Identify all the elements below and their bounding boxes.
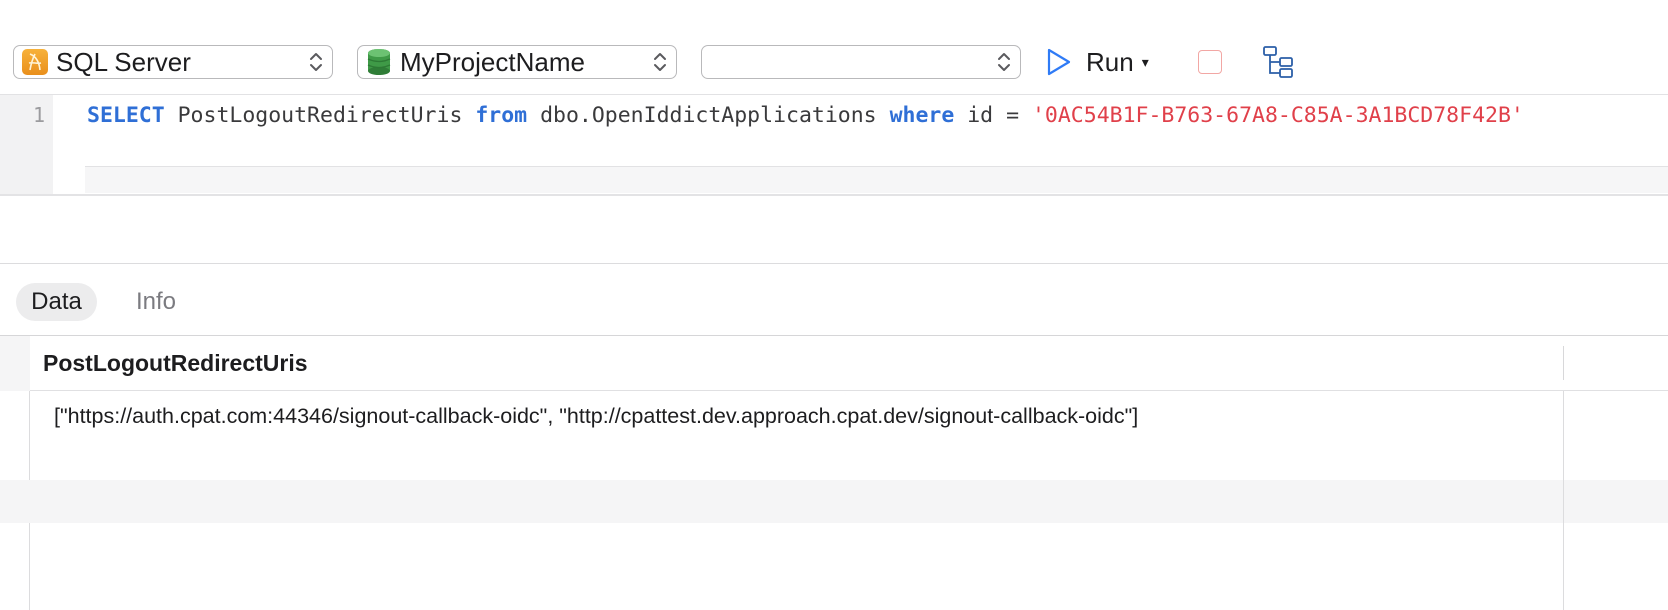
- string-literal: '0AC54B1F-B763-67A8-C85A-3A1BCD78F42B': [1031, 103, 1524, 128]
- sql-server-icon: [22, 49, 48, 75]
- chevron-up-down-icon: [654, 53, 666, 71]
- results-grid: PostLogoutRedirectUris ["https://auth.cp…: [0, 335, 1668, 610]
- run-button-label: Run: [1086, 46, 1134, 77]
- column-header-label: PostLogoutRedirectUris: [43, 350, 308, 376]
- column-name: PostLogoutRedirectUris: [164, 103, 476, 128]
- database-select[interactable]: MyProjectName: [357, 45, 677, 79]
- engine-select[interactable]: SQL Server: [13, 45, 333, 79]
- current-line-highlight: [85, 166, 1668, 193]
- stop-button[interactable]: [1198, 50, 1222, 74]
- run-button[interactable]: Run ▾: [1046, 44, 1149, 80]
- database-icon: [367, 49, 391, 75]
- chevron-up-down-icon: [310, 53, 322, 71]
- query-window: SQL Server MyProjectName Run ▾ 1 SELECT …: [0, 0, 1668, 610]
- where-condition: id =: [954, 103, 1032, 128]
- panel-divider[interactable]: [0, 263, 1668, 264]
- schema-select[interactable]: [701, 45, 1021, 79]
- table-cell[interactable]: ["https://auth.cpat.com:44346/signout-ca…: [30, 392, 1563, 480]
- table-name: dbo.OpenIddictApplications: [527, 103, 890, 128]
- engine-select-value: SQL Server: [56, 46, 191, 77]
- sql-editor[interactable]: 1 SELECT PostLogoutRedirectUris from dbo…: [0, 94, 1668, 195]
- editor-bottom-border: [0, 194, 1668, 196]
- play-icon: [1047, 48, 1071, 76]
- chevron-up-down-icon: [998, 53, 1010, 71]
- run-options-caret[interactable]: ▾: [1142, 54, 1149, 71]
- line-number: 1: [32, 103, 45, 127]
- query-toolbar: SQL Server MyProjectName Run ▾: [0, 0, 1668, 92]
- grid-corner[interactable]: [0, 336, 30, 391]
- table-row-empty: [0, 480, 1668, 523]
- keyword-select: SELECT: [87, 103, 165, 128]
- keyword-where: where: [889, 103, 955, 128]
- database-select-value: MyProjectName: [400, 46, 585, 77]
- code-line[interactable]: SELECT PostLogoutRedirectUris from dbo.O…: [87, 103, 1524, 128]
- column-resize-handle[interactable]: [1563, 346, 1564, 380]
- column-header[interactable]: PostLogoutRedirectUris: [30, 336, 1668, 391]
- column-border: [1563, 391, 1564, 610]
- tab-info[interactable]: Info: [120, 283, 192, 321]
- tab-data[interactable]: Data: [16, 283, 97, 321]
- keyword-from: from: [475, 103, 528, 128]
- query-plan-icon[interactable]: [1262, 45, 1296, 79]
- line-gutter: 1: [0, 95, 53, 195]
